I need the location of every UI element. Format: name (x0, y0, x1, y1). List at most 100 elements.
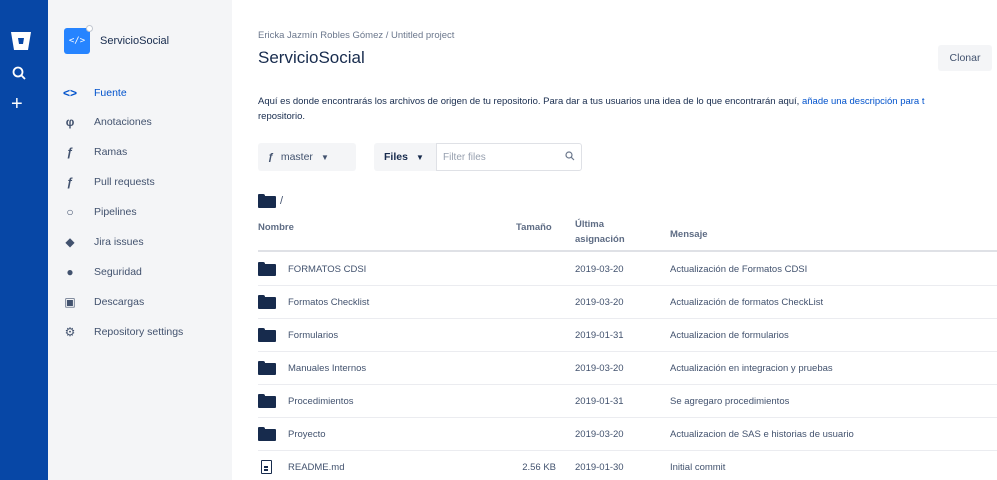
add-description-link[interactable]: añade una descripción para t (802, 96, 925, 107)
commit-date: 2019-01-31 (575, 395, 624, 407)
sidebar-item-label: Seguridad (94, 266, 142, 278)
sidebar-item-fuente[interactable]: <> Fuente (48, 78, 232, 108)
table-row[interactable]: FORMATOS CDSI 2019-03-20 Actualización d… (258, 253, 997, 286)
file-size (490, 385, 556, 417)
filter-files-input[interactable] (436, 143, 582, 171)
private-badge-icon (86, 25, 93, 32)
create-icon[interactable]: + (11, 94, 23, 114)
table-row[interactable]: Procedimientos 2019-01-31 Se agregaro pr… (258, 385, 997, 418)
sidebar-item-anotaciones[interactable]: φ Anotaciones (48, 107, 232, 137)
file-size (490, 319, 556, 351)
search-icon[interactable] (12, 66, 26, 84)
sidebar-item-label: Anotaciones (94, 116, 152, 128)
file-size (490, 418, 556, 450)
global-nav: + (0, 0, 48, 480)
breadcrumb[interactable]: Ericka Jazmín Robles Gómez / Untitled pr… (258, 30, 454, 41)
column-header-size[interactable]: Tamaño (516, 222, 552, 233)
search-icon (565, 151, 575, 164)
bitbucket-logo-icon[interactable] (10, 30, 32, 52)
commit-message[interactable]: Actualización de Formatos CDSI (670, 253, 807, 285)
file-name[interactable]: Manuales Internos (288, 363, 366, 374)
commit-message[interactable]: Se agregaro procedimientos (670, 385, 789, 417)
commit-date: 2019-03-20 (575, 263, 624, 275)
repo-avatar[interactable]: </> (64, 25, 93, 54)
folder-icon (258, 361, 276, 375)
files-dropdown[interactable]: Files ▼ (374, 143, 436, 171)
sidebar-item-repository-settings[interactable]: ⚙ Repository settings (48, 317, 232, 347)
repo-name[interactable]: ServicioSocial (100, 35, 169, 47)
chevron-down-icon: ▼ (320, 152, 329, 162)
sidebar-item-label: Fuente (94, 87, 127, 99)
column-header-message[interactable]: Mensaje (670, 229, 708, 240)
repo-description: Aquí es donde encontrarás los archivos d… (258, 94, 997, 124)
file-name[interactable]: Formularios (288, 330, 338, 341)
sidebar: </> ServicioSocial <> Fuente φ Anotacion… (48, 0, 232, 480)
file-size (490, 352, 556, 384)
sidebar-item-pull-requests[interactable]: ƒ Pull requests (48, 167, 232, 197)
commit-message[interactable]: Actualización de formatos CheckList (670, 286, 823, 318)
table-row[interactable]: README.md 2.56 KB 2019-01-30 Initial com… (258, 451, 997, 480)
table-header: Nombre Tamaño Última asignación Mensaje (258, 212, 997, 252)
file-name[interactable]: FORMATOS CDSI (288, 264, 366, 275)
pull-request-icon: ƒ (66, 175, 74, 189)
folder-icon (258, 394, 276, 408)
folder-icon (258, 194, 276, 208)
commit-date: 2019-03-20 (575, 362, 624, 374)
jira-icon: ◆ (65, 235, 75, 249)
table-row[interactable]: Formatos Checklist 2019-03-20 Actualizac… (258, 286, 997, 319)
file-size: 2.56 KB (522, 461, 556, 473)
branch-selector[interactable]: ƒ master ▼ (258, 143, 356, 171)
branch-icon: ƒ (66, 145, 74, 159)
path-text[interactable]: / (280, 195, 283, 207)
description-text-cont: repositorio. (258, 111, 305, 122)
commit-message[interactable]: Actualizacion de formularios (670, 319, 789, 351)
pipelines-icon: ○ (66, 205, 74, 219)
sidebar-item-label: Descargas (94, 296, 145, 308)
sidebar-item-ramas[interactable]: ƒ Ramas (48, 137, 232, 167)
commit-date: 2019-01-31 (575, 329, 624, 341)
folder-icon (258, 295, 276, 309)
description-text: Aquí es donde encontrarás los archivos d… (258, 96, 802, 107)
sidebar-item-label: Ramas (94, 146, 128, 158)
sidebar-item-jira-issues[interactable]: ◆ Jira issues (48, 227, 232, 257)
folder-icon (258, 262, 276, 276)
file-icon (261, 460, 272, 474)
sidebar-item-descargas[interactable]: ▣ Descargas (48, 287, 232, 317)
branch-name: master (280, 151, 313, 163)
commit-message[interactable]: Initial commit (670, 451, 725, 480)
gear-icon: ⚙ (64, 325, 76, 339)
column-header-date[interactable]: Última asignación (575, 217, 635, 247)
code-icon: </> (68, 36, 86, 46)
file-size (490, 253, 556, 285)
table-row[interactable]: Proyecto 2019-03-20 Actualizacion de SAS… (258, 418, 997, 451)
column-header-name[interactable]: Nombre (258, 222, 294, 233)
sidebar-item-pipelines[interactable]: ○ Pipelines (48, 197, 232, 227)
commit-icon: φ (65, 115, 75, 129)
sidebar-item-seguridad[interactable]: ● Seguridad (48, 257, 232, 287)
file-name[interactable]: Proyecto (288, 429, 326, 440)
commit-message[interactable]: Actualización en integracion y pruebas (670, 352, 833, 384)
chevron-down-icon: ▼ (415, 152, 424, 162)
sidebar-item-label: Pull requests (94, 176, 155, 188)
main-content: Ericka Jazmín Robles Gómez / Untitled pr… (232, 0, 997, 480)
branch-icon: ƒ (268, 151, 274, 163)
path-breadcrumb: / (258, 194, 283, 208)
commit-date: 2019-03-20 (575, 428, 624, 440)
commit-message[interactable]: Actualizacion de SAS e historias de usua… (670, 418, 854, 450)
file-name[interactable]: Formatos Checklist (288, 297, 369, 308)
sidebar-item-label: Repository settings (94, 326, 184, 338)
file-name[interactable]: Procedimientos (288, 396, 353, 407)
page-title: ServicioSocial (258, 48, 365, 67)
commit-date: 2019-01-30 (575, 461, 624, 473)
sidebar-item-label: Jira issues (94, 236, 144, 248)
sidebar-item-label: Pipelines (94, 206, 137, 218)
code-icon: <> (62, 86, 77, 100)
file-name[interactable]: README.md (288, 462, 344, 473)
shield-icon: ● (66, 265, 74, 279)
clone-button[interactable]: Clonar (938, 45, 992, 71)
table-row[interactable]: Manuales Internos 2019-03-20 Actualizaci… (258, 352, 997, 385)
folder-icon (258, 427, 276, 441)
commit-date: 2019-03-20 (575, 296, 624, 308)
files-label: Files (384, 151, 408, 163)
table-row[interactable]: Formularios 2019-01-31 Actualizacion de … (258, 319, 997, 352)
